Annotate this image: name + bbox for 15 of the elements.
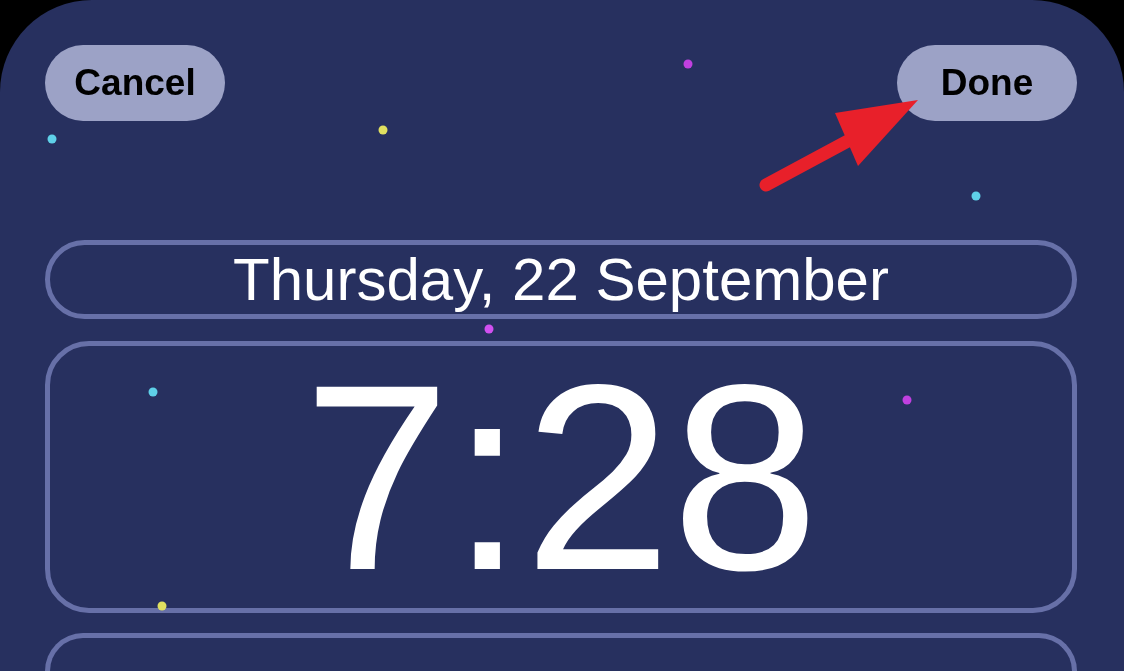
date-text: Thursday, 22 September bbox=[233, 245, 889, 314]
sparkle-dot bbox=[157, 601, 167, 611]
done-button[interactable]: Done bbox=[897, 45, 1077, 121]
sparkle-dot bbox=[148, 387, 158, 397]
sparkle-dot bbox=[902, 395, 912, 405]
sparkle-dot bbox=[484, 324, 494, 334]
sparkle-dot bbox=[971, 191, 981, 201]
cancel-button[interactable]: Cancel bbox=[45, 45, 225, 121]
sparkle-dot bbox=[683, 59, 693, 69]
date-widget[interactable]: Thursday, 22 September bbox=[45, 240, 1077, 319]
widget-box-background[interactable] bbox=[45, 633, 1077, 671]
clock-time: 7:28 bbox=[303, 344, 819, 610]
sparkle-dot bbox=[378, 125, 388, 135]
clock-widget[interactable]: 7:28 bbox=[45, 341, 1077, 613]
sparkle-dot bbox=[47, 134, 57, 144]
